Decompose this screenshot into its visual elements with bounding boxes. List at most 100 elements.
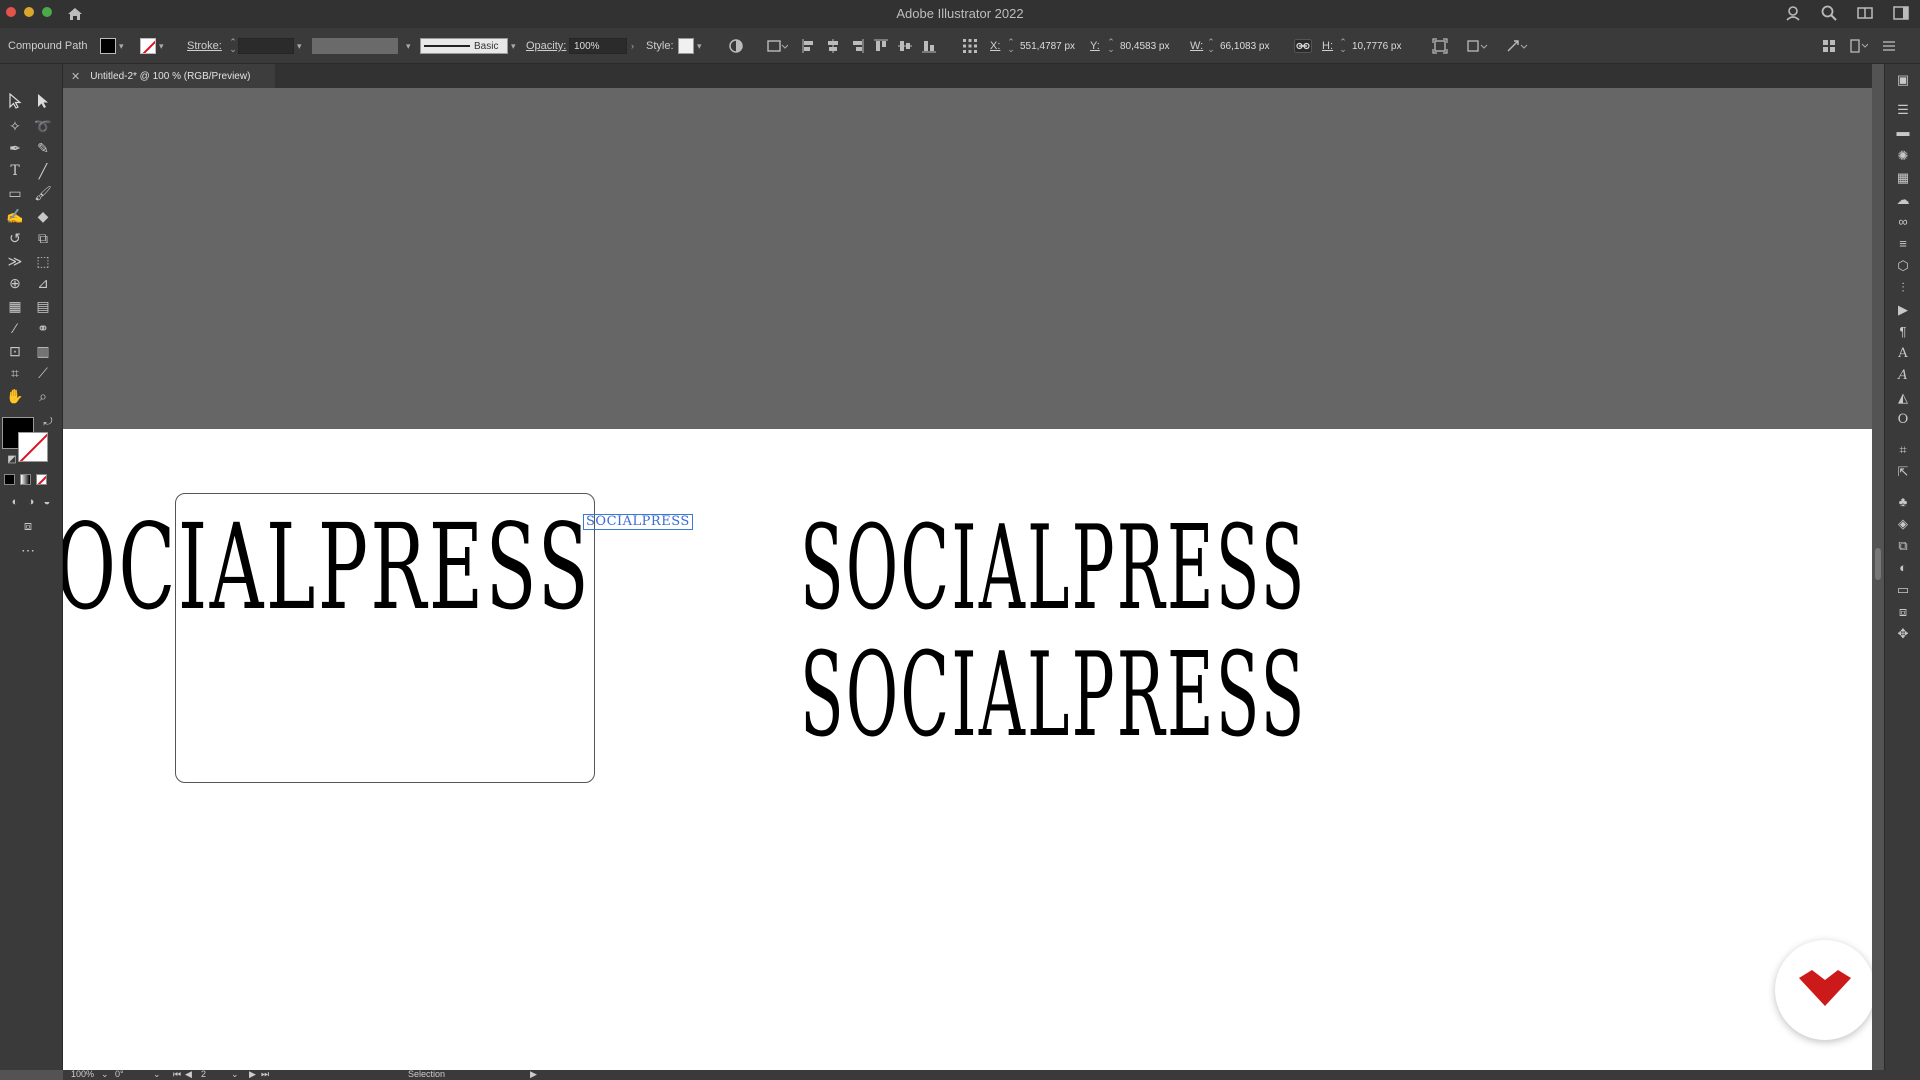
direct-selection-tool-icon[interactable] — [33, 93, 53, 113]
mesh-icon[interactable]: ▦ — [5, 296, 25, 316]
stroke-swatch-control[interactable]: ▾ — [140, 37, 167, 55]
workspace-switcher-icon[interactable] — [1892, 4, 1910, 22]
reference-point-icon[interactable] — [962, 37, 978, 55]
eraser-icon[interactable]: ◆ — [33, 206, 53, 226]
align-panel-icon[interactable]: ⫶ — [1894, 280, 1912, 296]
chevron-down-icon[interactable]: ▾ — [511, 41, 519, 52]
shape-options-icon[interactable] — [1466, 38, 1488, 54]
zoom-level[interactable]: 100% — [71, 1069, 94, 1079]
comments-icon[interactable]: ▬ — [1894, 124, 1912, 140]
pen-tool-icon[interactable]: ✒ — [5, 138, 25, 158]
image-trace-icon[interactable]: ◭ — [1894, 390, 1912, 406]
adjustments-icon[interactable]: ☰ — [1894, 102, 1912, 118]
3d-materials-icon[interactable]: ⬡ — [1894, 258, 1912, 274]
none-mode-button[interactable] — [36, 474, 47, 485]
line-tool-icon[interactable]: ╱ — [33, 161, 53, 181]
rounded-frame[interactable] — [175, 493, 595, 783]
stepper-arrows-icon[interactable]: ⌃ ⌄ — [1338, 38, 1348, 54]
search-icon[interactable] — [1820, 4, 1838, 22]
swatches-icon[interactable]: ▦ — [1894, 170, 1912, 186]
puppet-warp-icon[interactable]: ✥ — [1894, 626, 1912, 642]
shape-builder-icon[interactable]: ⊕ — [5, 273, 25, 293]
glyphs-icon[interactable]: A — [1894, 368, 1912, 384]
constrain-proportions-link-icon[interactable] — [1294, 37, 1312, 55]
stroke-color-swatch[interactable] — [18, 432, 48, 462]
chevron-down-icon[interactable]: ⌄ — [101, 1069, 109, 1080]
recolor-artwork-icon[interactable] — [728, 37, 744, 55]
rectangle-tool-icon[interactable]: ▭ — [5, 183, 25, 203]
chevron-down-icon[interactable]: ▾ — [406, 41, 414, 52]
gradient-mode-button[interactable] — [20, 474, 31, 485]
last-artboard-icon[interactable]: ⏭ — [261, 1069, 269, 1080]
gradient-icon[interactable]: ▤ — [33, 296, 53, 316]
wordmark-right-top[interactable]: SOCIALPRESS — [800, 511, 1307, 627]
free-transform-icon[interactable]: ⬚ — [33, 251, 53, 271]
transparency-icon[interactable]: ◐ — [1894, 560, 1912, 576]
links-icon[interactable]: ∞ — [1894, 214, 1912, 230]
pasteboard[interactable]: OCIALPRESS SOCIALPRESS SOCIALPRESS SOCIA… — [63, 88, 1872, 1070]
pathfinder-icon[interactable]: ⧈ — [1894, 604, 1912, 620]
align-left-icon[interactable] — [802, 39, 816, 53]
zoom-tool-icon[interactable]: ⌕ — [33, 386, 53, 406]
properties-panel-icon[interactable]: ▣ — [1894, 72, 1912, 88]
align-to-icon[interactable] — [766, 37, 788, 55]
screen-mode-icon[interactable]: ⧈ — [18, 516, 38, 536]
artboard-tool-icon[interactable]: ⌗ — [5, 363, 25, 383]
align-horizontal-center-icon[interactable] — [826, 39, 840, 53]
chevron-down-icon[interactable]: ▾ — [297, 41, 305, 52]
brush-definition[interactable]: Basic ▾ — [420, 37, 519, 55]
align-right-icon[interactable] — [850, 39, 864, 53]
width-profile-preview[interactable] — [312, 38, 398, 54]
character-icon[interactable]: A — [1894, 346, 1912, 362]
stepper-arrows-icon[interactable]: ⌃ ⌄ — [228, 38, 238, 54]
distribute-options-icon[interactable] — [1850, 39, 1868, 53]
curvature-tool-icon[interactable]: ✎ — [33, 138, 53, 158]
next-artboard-icon[interactable]: ▶ — [249, 1069, 256, 1080]
align-vertical-center-icon[interactable] — [898, 39, 912, 53]
variable-width-profile[interactable]: ▾ — [312, 37, 414, 55]
close-icon[interactable]: ✕ — [71, 70, 80, 83]
artboard[interactable]: OCIALPRESS SOCIALPRESS SOCIALPRESS SOCIA… — [63, 429, 1872, 1070]
rotation-value[interactable]: 0° — [115, 1069, 124, 1079]
chevron-down-icon[interactable]: ⌄ — [153, 1069, 161, 1080]
actions-icon[interactable]: ▶ — [1894, 302, 1912, 318]
scrollbar-thumb[interactable] — [1875, 548, 1881, 580]
align-top-icon[interactable] — [874, 39, 888, 53]
arrange-documents-icon[interactable] — [1856, 4, 1874, 22]
stroke-weight-field[interactable] — [238, 38, 294, 54]
hand-tool-icon[interactable]: ✋ — [5, 386, 25, 406]
stroke-swatch[interactable] — [140, 38, 156, 54]
lasso-icon[interactable]: ➰ — [33, 116, 53, 136]
symbols-icon[interactable]: ♣ — [1894, 494, 1912, 510]
isolate-selected-icon[interactable] — [1432, 38, 1448, 54]
scale-icon[interactable]: ⧉ — [33, 228, 53, 248]
chevron-right-icon[interactable]: › — [631, 41, 639, 51]
color-mode-button[interactable] — [4, 474, 15, 485]
fill-swatch-control[interactable]: ▾ — [100, 37, 127, 55]
previous-artboard-icon[interactable]: ◀ — [185, 1069, 192, 1080]
transform-options-icon[interactable] — [1506, 38, 1528, 54]
stepper-arrows-icon[interactable]: ⌃ ⌄ — [1006, 38, 1016, 54]
magic-wand-icon[interactable]: ✧ — [5, 116, 25, 136]
graphic-style-swatch[interactable] — [678, 38, 694, 54]
chevron-down-icon[interactable]: ▾ — [159, 41, 167, 52]
opacity-field[interactable]: 100% — [569, 38, 627, 54]
width-tool-icon[interactable]: ≫ — [5, 251, 25, 271]
artboard-number[interactable]: 2 — [201, 1069, 206, 1079]
control-panel-menu-icon[interactable] — [1882, 39, 1896, 53]
slice-icon[interactable]: ⟋ — [33, 363, 53, 383]
chevron-down-icon[interactable]: ⌄ — [231, 1069, 239, 1080]
export-icon[interactable]: ⇱ — [1894, 464, 1912, 480]
y-position-field[interactable]: 80,4583 px — [1116, 38, 1182, 54]
eyedropper-icon[interactable]: ⁄ — [5, 318, 25, 338]
layers-icon[interactable]: ◈ — [1894, 516, 1912, 532]
stepper-arrows-icon[interactable]: ⌃ ⌄ — [1206, 38, 1216, 54]
artboards-panel-icon[interactable]: ⧉ — [1894, 538, 1912, 554]
selected-small-wordmark[interactable]: SOCIALPRESS — [583, 514, 693, 530]
x-position-field[interactable]: 551,4787 px — [1016, 38, 1086, 54]
symbol-sprayer-icon[interactable]: ⊡ — [5, 341, 25, 361]
opacity-label[interactable]: Opacity: — [526, 37, 566, 55]
graph-icon[interactable]: ▥ — [33, 341, 53, 361]
vertical-scrollbar[interactable] — [1872, 88, 1884, 1070]
opacity-control[interactable]: 100% › — [569, 37, 639, 55]
